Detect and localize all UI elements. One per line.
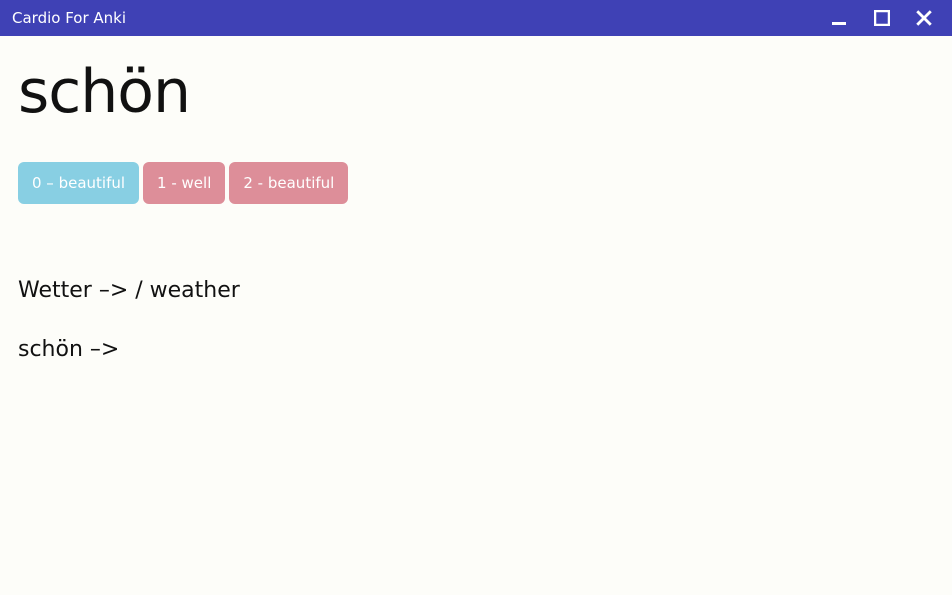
close-icon [915,9,933,27]
maximize-button[interactable] [872,8,892,28]
cloze-line-2: schön –> [18,335,934,365]
answer-option-1[interactable]: 1 - well [143,162,225,204]
card-content: schön 0 – beautiful 1 - well 2 - beautif… [0,36,952,416]
cloze-sentences: Wetter –> / weather schön –> [18,246,934,394]
window-controls [830,8,940,28]
window-titlebar: Cardio For Anki [0,0,952,36]
cloze-line-1: Wetter –> / weather [18,276,934,306]
window-title: Cardio For Anki [12,9,830,27]
minimize-icon [832,10,848,26]
close-button[interactable] [914,8,934,28]
answer-option-0[interactable]: 0 – beautiful [18,162,139,204]
minimize-button[interactable] [830,8,850,28]
answer-row: 0 – beautiful 1 - well 2 - beautiful [18,162,934,204]
maximize-icon [874,10,890,26]
answer-option-2[interactable]: 2 - beautiful [229,162,348,204]
headword: schön [18,62,934,122]
